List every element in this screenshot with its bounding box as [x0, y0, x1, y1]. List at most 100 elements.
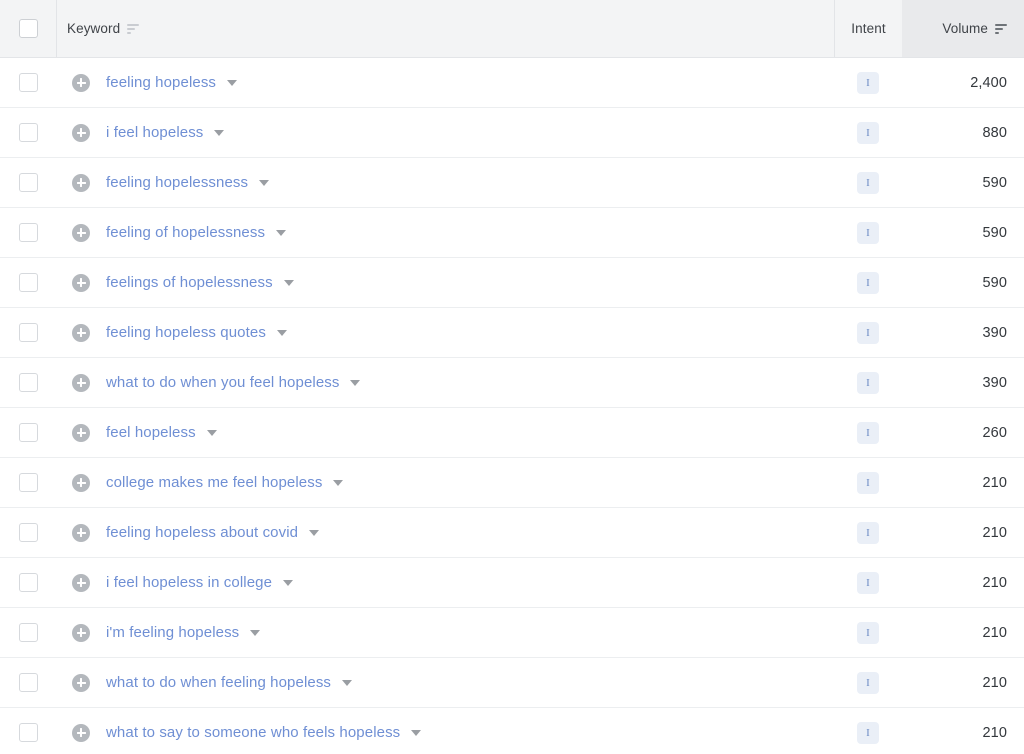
keyword-link[interactable]: i'm feeling hopeless — [106, 624, 239, 641]
intent-badge[interactable]: I — [857, 171, 879, 194]
chevron-down-icon[interactable] — [283, 279, 294, 286]
intent-badge[interactable]: I — [857, 571, 879, 594]
row-intent-cell: I — [834, 208, 902, 257]
keyword-link[interactable]: what to say to someone who feels hopeles… — [106, 724, 400, 741]
chevron-down-icon[interactable] — [206, 429, 217, 436]
chevron-down-icon[interactable] — [227, 79, 238, 86]
intent-badge[interactable]: I — [857, 121, 879, 144]
chevron-down-icon[interactable] — [333, 479, 344, 486]
keyword-link[interactable]: college makes me feel hopeless — [106, 474, 322, 491]
intent-badge[interactable]: I — [857, 71, 879, 94]
intent-badge[interactable]: I — [857, 621, 879, 644]
row-checkbox[interactable] — [18, 173, 38, 192]
row-checkbox[interactable] — [18, 123, 38, 142]
row-checkbox[interactable] — [18, 473, 38, 492]
keyword-link[interactable]: feeling hopelessness — [106, 174, 248, 191]
intent-badge[interactable]: I — [857, 521, 879, 544]
volume-value: 210 — [982, 674, 1007, 691]
row-volume-cell: 210 — [902, 508, 1024, 557]
keyword-link[interactable]: feel hopeless — [106, 424, 196, 441]
chevron-down-icon[interactable] — [283, 579, 294, 586]
keyword-link[interactable]: what to do when feeling hopeless — [106, 674, 331, 691]
intent-badge[interactable]: I — [857, 721, 879, 744]
plus-circle-icon[interactable] — [72, 623, 90, 642]
select-all-checkbox[interactable] — [18, 19, 38, 38]
row-keyword-cell: i feel hopeless in college — [56, 558, 834, 607]
row-keyword-cell: feelings of hopelessness — [56, 258, 834, 307]
plus-circle-icon[interactable] — [72, 123, 90, 142]
plus-circle-icon[interactable] — [72, 523, 90, 542]
keyword-link[interactable]: feeling of hopelessness — [106, 224, 265, 241]
intent-badge[interactable]: I — [857, 671, 879, 694]
row-checkbox[interactable] — [18, 273, 38, 292]
sort-keyword-icon[interactable] — [127, 23, 140, 34]
chevron-down-icon[interactable] — [259, 179, 270, 186]
row-select-cell — [0, 258, 56, 307]
row-checkbox[interactable] — [18, 623, 38, 642]
chevron-down-icon[interactable] — [250, 629, 261, 636]
volume-value: 390 — [982, 374, 1007, 391]
intent-badge[interactable]: I — [857, 471, 879, 494]
chevron-down-icon[interactable] — [214, 129, 225, 136]
row-checkbox[interactable] — [18, 523, 38, 542]
plus-circle-icon[interactable] — [72, 473, 90, 492]
table-row: feeling hopelessness I 590 — [0, 158, 1024, 208]
chevron-down-icon[interactable] — [350, 379, 361, 386]
plus-circle-icon[interactable] — [72, 373, 90, 392]
plus-circle-icon[interactable] — [72, 423, 90, 442]
row-checkbox[interactable] — [18, 73, 38, 92]
header-cell-volume[interactable]: Volume — [902, 0, 1024, 57]
table-row: feeling hopeless quotes I 390 — [0, 308, 1024, 358]
keyword-link[interactable]: i feel hopeless — [106, 124, 203, 141]
intent-badge[interactable]: I — [857, 321, 879, 344]
plus-circle-icon[interactable] — [72, 273, 90, 292]
row-checkbox[interactable] — [18, 373, 38, 392]
row-checkbox[interactable] — [18, 423, 38, 442]
plus-circle-icon[interactable] — [72, 323, 90, 342]
row-intent-cell: I — [834, 358, 902, 407]
header-cell-keyword[interactable]: Keyword — [56, 0, 834, 57]
row-select-cell — [0, 608, 56, 657]
row-keyword-cell: feeling hopeless — [56, 58, 834, 107]
row-checkbox[interactable] — [18, 573, 38, 592]
volume-value: 210 — [982, 724, 1007, 741]
intent-badge[interactable]: I — [857, 221, 879, 244]
intent-badge[interactable]: I — [857, 371, 879, 394]
plus-circle-icon[interactable] — [72, 73, 90, 92]
row-select-cell — [0, 508, 56, 557]
row-intent-cell: I — [834, 158, 902, 207]
row-checkbox[interactable] — [18, 673, 38, 692]
keyword-link[interactable]: feeling hopeless quotes — [106, 324, 266, 341]
sort-volume-icon[interactable] — [995, 23, 1007, 34]
keyword-link[interactable]: feeling hopeless about covid — [106, 524, 298, 541]
intent-badge[interactable]: I — [857, 271, 879, 294]
table-row: feeling hopeless I 2,400 — [0, 58, 1024, 108]
chevron-down-icon[interactable] — [276, 229, 287, 236]
keyword-link[interactable]: what to do when you feel hopeless — [106, 374, 339, 391]
row-volume-cell: 390 — [902, 358, 1024, 407]
row-select-cell — [0, 108, 56, 157]
row-select-cell — [0, 58, 56, 107]
keyword-link[interactable]: feeling hopeless — [106, 74, 216, 91]
chevron-down-icon[interactable] — [309, 529, 320, 536]
header-cell-intent[interactable]: Intent — [834, 0, 902, 57]
plus-circle-icon[interactable] — [72, 673, 90, 692]
row-checkbox[interactable] — [18, 223, 38, 242]
plus-circle-icon[interactable] — [72, 723, 90, 742]
keyword-link[interactable]: i feel hopeless in college — [106, 574, 272, 591]
row-keyword-cell: what to do when you feel hopeless — [56, 358, 834, 407]
plus-circle-icon[interactable] — [72, 223, 90, 242]
plus-circle-icon[interactable] — [72, 573, 90, 592]
intent-badge[interactable]: I — [857, 421, 879, 444]
row-select-cell — [0, 708, 56, 754]
row-checkbox[interactable] — [18, 723, 38, 742]
row-checkbox[interactable] — [18, 323, 38, 342]
chevron-down-icon[interactable] — [276, 329, 287, 336]
chevron-down-icon[interactable] — [342, 679, 353, 686]
keyword-link[interactable]: feelings of hopelessness — [106, 274, 273, 291]
chevron-down-icon[interactable] — [411, 729, 422, 736]
volume-value: 590 — [982, 274, 1007, 291]
row-select-cell — [0, 208, 56, 257]
plus-circle-icon[interactable] — [72, 173, 90, 192]
header-label-keyword: Keyword — [67, 21, 121, 36]
